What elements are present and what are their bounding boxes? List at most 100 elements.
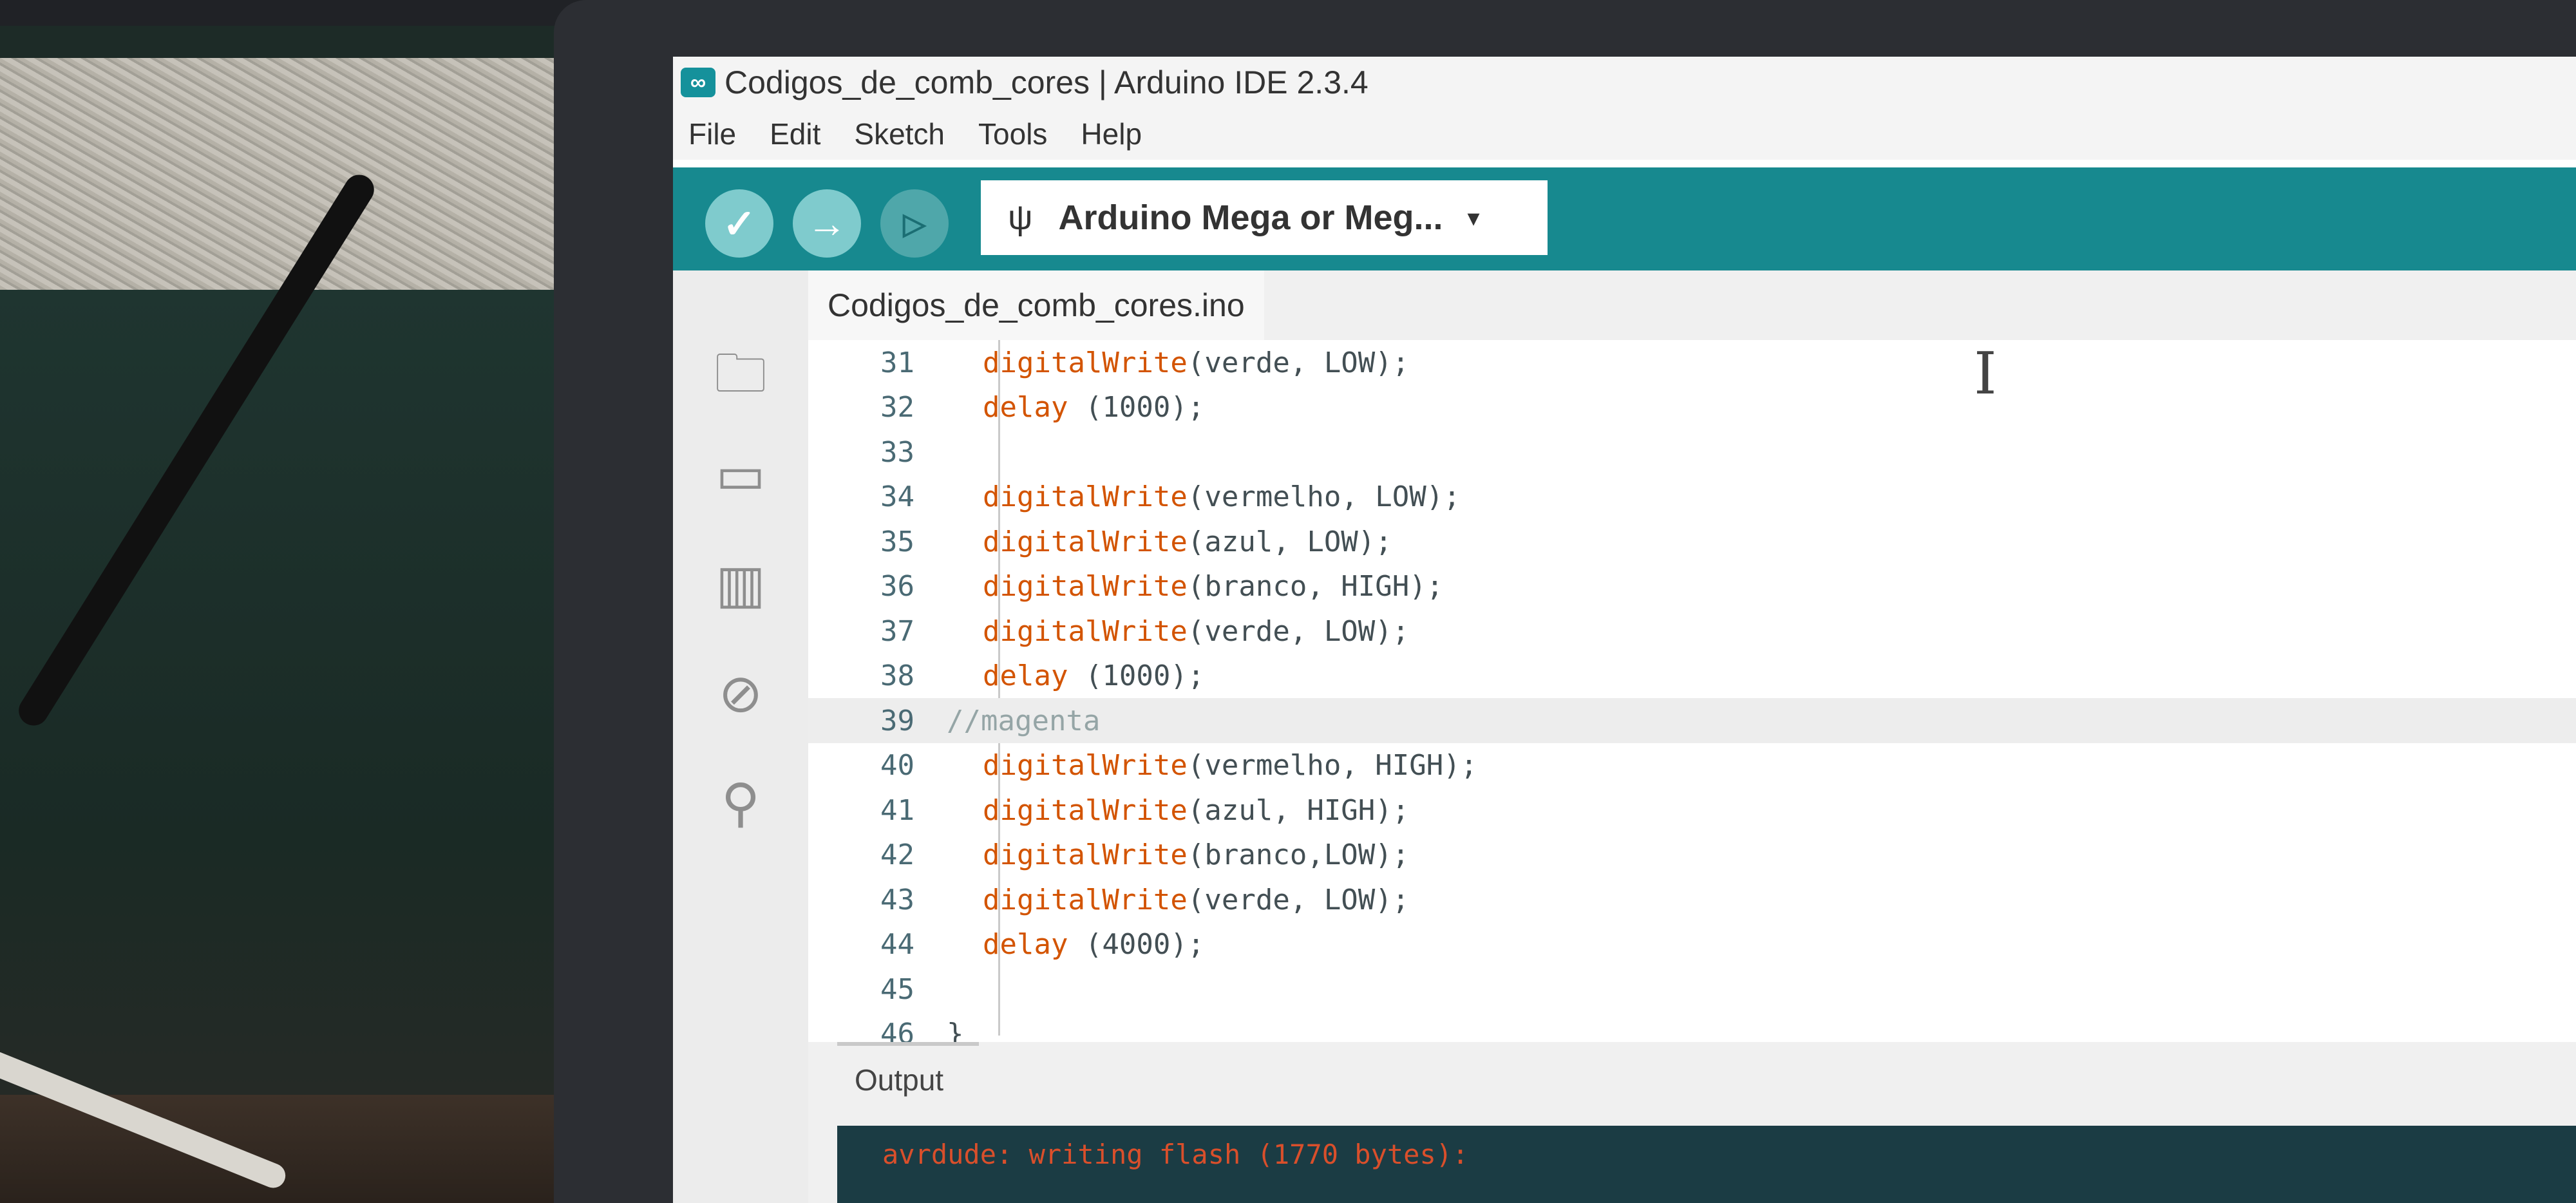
code-editor[interactable]: 31 digitalWrite(verde, LOW); 32 delay (1000… <box>808 340 2576 1095</box>
ide-window: ∞ Codigos_de_comb_cores | Arduino IDE 2.… <box>673 57 2576 1203</box>
code-function: delay <box>983 928 1068 961</box>
code-text: digitalWrite(branco, HIGH); <box>983 570 1443 603</box>
code-text: digitalWrite(verde, LOW); <box>983 884 1409 916</box>
line-number: 32 <box>880 391 914 424</box>
code-line[interactable]: 45 <box>808 967 2576 1012</box>
code-line[interactable]: 44 delay (4000); <box>808 922 2576 967</box>
menu-help[interactable]: Help <box>1081 117 1142 151</box>
tab-sketch-file[interactable]: Codigos_de_comb_cores.ino <box>808 270 1264 340</box>
search-icon[interactable]: ⚲ <box>705 773 776 834</box>
output-console[interactable]: avrdude: writing flash (1770 bytes): <box>837 1126 2576 1203</box>
arrow-right-icon: → <box>807 201 847 246</box>
board-selector[interactable]: ψ Arduino Mega or Meg... ▾ <box>981 180 1548 255</box>
code-function: digitalWrite <box>983 793 1188 827</box>
console-line: avrdude: writing flash (1770 bytes): <box>882 1139 1469 1170</box>
code-line[interactable]: 31 digitalWrite(verde, LOW); <box>808 340 2576 385</box>
code-line[interactable]: 43 digitalWrite(verde, LOW); <box>808 877 2576 922</box>
menu-file[interactable]: File <box>688 117 736 151</box>
menu-sketch[interactable]: Sketch <box>854 117 945 151</box>
code-function: digitalWrite <box>983 614 1188 648</box>
code-line[interactable]: 41 digitalWrite(azul, HIGH); <box>808 788 2576 833</box>
line-number: 44 <box>880 928 914 961</box>
debug-icon: ▷ <box>903 207 926 240</box>
code-text: digitalWrite(verde, LOW); <box>983 615 1409 648</box>
code-function: delay <box>983 391 1068 424</box>
code-function: digitalWrite <box>983 883 1188 916</box>
code-line[interactable]: 32 delay (1000); <box>808 385 2576 430</box>
line-number: 43 <box>880 883 914 916</box>
usb-icon: ψ <box>1008 198 1033 237</box>
code-line[interactable]: 42 digitalWrite(branco,LOW); <box>808 833 2576 878</box>
verify-button[interactable]: ✓ <box>705 189 773 258</box>
line-number: 39 <box>880 704 914 737</box>
menu-edit[interactable]: Edit <box>770 117 820 151</box>
upload-button[interactable]: → <box>793 189 861 258</box>
line-number: 33 <box>880 435 914 469</box>
code-comment: //magenta <box>947 704 1101 737</box>
background-wall <box>0 290 580 1203</box>
code-line[interactable]: 39 //magenta <box>808 698 2576 743</box>
code-line[interactable]: 37 digitalWrite(verde, LOW); <box>808 609 2576 654</box>
code-args: (azul, HIGH); <box>1187 793 1410 827</box>
code-args: (azul, LOW); <box>1187 525 1392 558</box>
background-countertop <box>0 58 554 290</box>
chevron-down-icon: ▾ <box>1467 204 1480 232</box>
title-bar: ∞ Codigos_de_comb_cores | Arduino IDE 2.… <box>673 57 2576 108</box>
code-line[interactable]: 35 digitalWrite(azul, LOW); <box>808 519 2576 564</box>
output-title: Output <box>855 1063 944 1097</box>
library-icon[interactable]: ▥ <box>705 554 776 615</box>
line-number: 31 <box>880 346 914 379</box>
code-line[interactable]: 36 digitalWrite(branco, HIGH); <box>808 564 2576 609</box>
code-function: digitalWrite <box>983 525 1188 558</box>
line-number: 41 <box>880 793 914 827</box>
code-args: (verde, LOW); <box>1187 614 1410 648</box>
line-number: 42 <box>880 838 914 871</box>
toolbar: ✓ → ▷ ψ Arduino Mega or Meg... ▾ <box>673 167 2576 270</box>
board-label: Arduino Mega or Meg... <box>1058 198 1443 237</box>
line-number: 45 <box>880 972 914 1006</box>
code-line[interactable]: 38 delay (1000); <box>808 654 2576 699</box>
code-args: (branco, HIGH); <box>1187 570 1444 603</box>
code-args: (1000); <box>1068 391 1205 424</box>
output-divider <box>837 1042 979 1046</box>
tab-bar: Codigos_de_comb_cores.ino <box>808 270 2576 340</box>
output-panel: Output avrdude: writing flash (1770 byte… <box>808 1042 2576 1203</box>
code-text: digitalWrite(branco,LOW); <box>983 838 1409 871</box>
code-line[interactable]: 34 digitalWrite(vermelho, LOW); <box>808 475 2576 520</box>
code-function: digitalWrite <box>983 346 1188 379</box>
check-icon: ✓ <box>723 202 756 247</box>
code-line[interactable]: 33 <box>808 430 2576 475</box>
code-args: (vermelho, LOW); <box>1187 480 1461 513</box>
line-number: 37 <box>880 614 914 648</box>
folder-icon[interactable]: 🗀 <box>705 335 776 425</box>
board-manager-icon[interactable]: ▭ <box>705 444 776 506</box>
code-line[interactable]: 40 digitalWrite(vermelho, HIGH); <box>808 743 2576 788</box>
line-number: 40 <box>880 749 914 782</box>
code-args: (verde, LOW); <box>1187 883 1410 916</box>
line-number: 34 <box>880 480 914 513</box>
code-function: digitalWrite <box>983 480 1188 513</box>
code-args: (4000); <box>1068 928 1205 961</box>
code-text: delay (4000); <box>983 928 1204 961</box>
code-text: digitalWrite(verde, LOW); <box>983 346 1409 379</box>
code-function: digitalWrite <box>983 749 1188 782</box>
menu-tools[interactable]: Tools <box>978 117 1047 151</box>
code-args: (vermelho, HIGH); <box>1187 749 1478 782</box>
code-function: digitalWrite <box>983 570 1188 603</box>
code-args: (branco,LOW); <box>1187 838 1410 871</box>
arduino-logo-icon: ∞ <box>681 68 715 97</box>
code-text: delay (1000); <box>983 659 1204 692</box>
code-function: delay <box>983 659 1068 692</box>
sidebar: 🗀 ▭ ▥ ⊘ ⚲ <box>673 270 808 1203</box>
code-function: digitalWrite <box>983 838 1188 871</box>
text-cursor-icon: I <box>1974 340 1997 408</box>
code-args: (1000); <box>1068 659 1205 692</box>
code-text: digitalWrite(azul, HIGH); <box>983 794 1409 827</box>
debug-button[interactable]: ▷ <box>880 189 949 258</box>
line-number: 36 <box>880 570 914 603</box>
line-number: 35 <box>880 525 914 558</box>
line-number: 38 <box>880 659 914 692</box>
code-text: delay (1000); <box>983 391 1204 424</box>
code-text: digitalWrite(azul, LOW); <box>983 526 1392 558</box>
debug-sidebar-icon[interactable]: ⊘ <box>705 663 776 725</box>
